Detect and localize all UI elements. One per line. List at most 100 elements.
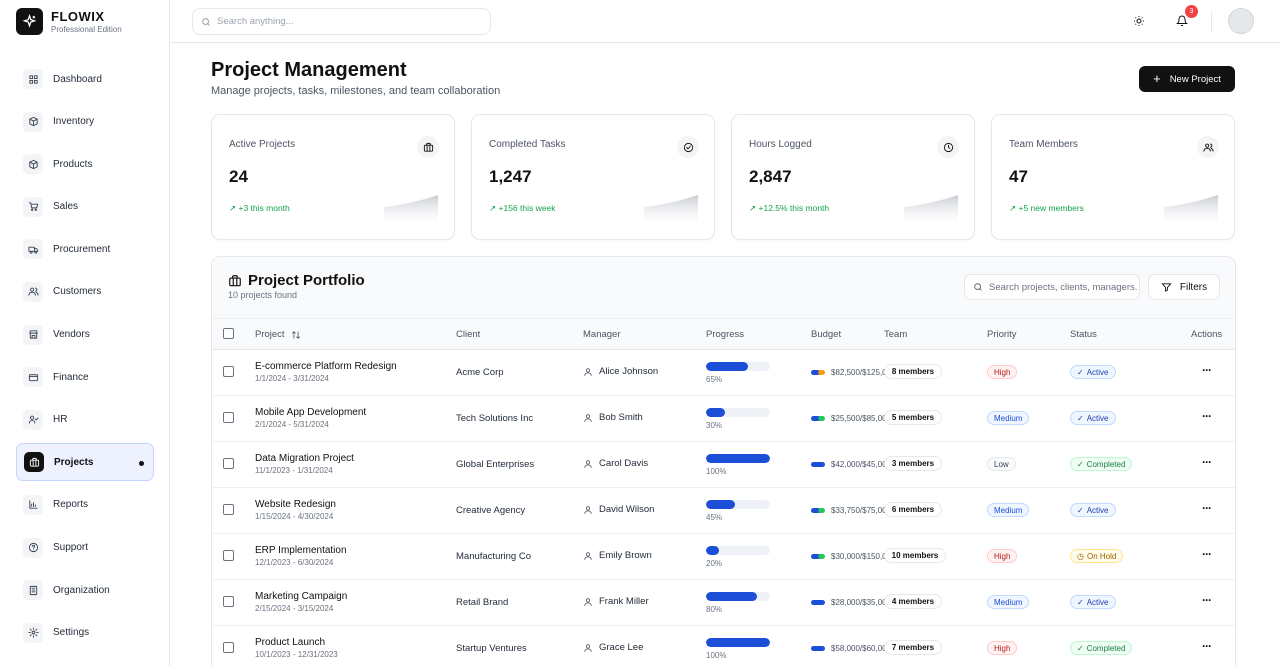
- manager-name: Alice Johnson: [599, 366, 659, 377]
- sidebar-item-label: Finance: [53, 371, 89, 383]
- box-icon: [23, 111, 43, 132]
- project-name[interactable]: Product Launch: [255, 637, 325, 648]
- priority-badge: High: [987, 641, 1018, 655]
- project-name[interactable]: Website Redesign: [255, 499, 336, 510]
- help-icon: [23, 537, 43, 558]
- project-name[interactable]: Marketing Campaign: [255, 591, 347, 602]
- progress-fill: [706, 408, 726, 417]
- manager-name: David Wilson: [599, 504, 655, 515]
- table-row[interactable]: E-commerce Platform Redesign 1/1/2024 - 3…: [212, 350, 1235, 396]
- sidebar-item-settings[interactable]: Settings: [16, 614, 154, 652]
- user-avatar[interactable]: [1228, 8, 1254, 34]
- stat-trend: ↗ +3 this month: [229, 203, 290, 214]
- portfolio-search-input[interactable]: [989, 281, 1137, 293]
- notifications-button[interactable]: 3: [1172, 5, 1198, 31]
- row-checkbox[interactable]: [223, 642, 234, 653]
- stat-trend-text: +12.5% this month: [758, 203, 830, 213]
- table-row[interactable]: ERP Implementation 12/1/2023 - 6/30/2024 M…: [212, 534, 1235, 580]
- stat-card-completed-tasks: Completed Tasks 1,247 ↗ +156 this week: [471, 114, 715, 240]
- manager: Emily Brown: [583, 550, 652, 561]
- global-search-input[interactable]: [217, 16, 477, 27]
- grid-icon: [23, 69, 43, 89]
- more-actions-icon[interactable]: ···: [1202, 640, 1212, 652]
- row-checkbox[interactable]: [223, 550, 234, 561]
- sidebar-item-inventory[interactable]: Inventory: [16, 103, 154, 141]
- budget-bar: [811, 416, 825, 421]
- stat-value: 24: [229, 167, 248, 186]
- row-checkbox[interactable]: [223, 596, 234, 607]
- client-name: Startup Ventures: [456, 643, 527, 654]
- table-row[interactable]: Website Redesign 1/15/2024 - 4/30/2024 Cre…: [212, 488, 1235, 534]
- sidebar-item-dashboard[interactable]: Dashboard: [16, 60, 154, 98]
- status-icon: ◷: [1077, 551, 1084, 561]
- project-name[interactable]: Data Migration Project: [255, 453, 354, 464]
- more-actions-icon[interactable]: ···: [1202, 502, 1212, 514]
- budget-value: $82,500/$125,000: [831, 368, 885, 377]
- project-name[interactable]: Mobile App Development: [255, 407, 366, 418]
- team-badge: 3 members: [884, 456, 942, 471]
- manager-name: Emily Brown: [599, 550, 652, 561]
- active-indicator: [139, 461, 144, 467]
- project-dates: 1/15/2024 - 4/30/2024: [255, 512, 334, 521]
- priority-badge: Medium: [987, 595, 1030, 609]
- row-checkbox[interactable]: [223, 458, 234, 469]
- portfolio-search[interactable]: [964, 274, 1140, 300]
- table-row[interactable]: Data Migration Project 11/1/2023 - 1/31/2…: [212, 442, 1235, 488]
- progress-label: 100%: [706, 651, 727, 660]
- progress-fill: [706, 546, 719, 555]
- sidebar-item-finance[interactable]: Finance: [16, 358, 154, 396]
- priority-badge: Medium: [987, 503, 1030, 517]
- more-actions-icon[interactable]: ···: [1202, 410, 1212, 422]
- sidebar-item-procurement[interactable]: Procurement: [16, 230, 154, 268]
- sidebar-item-sales[interactable]: Sales: [16, 188, 154, 226]
- user-icon: [584, 459, 592, 468]
- budget-bar: [811, 370, 825, 375]
- theme-toggle-button[interactable]: [1129, 11, 1149, 31]
- column-manager: Manager: [583, 329, 621, 340]
- row-checkbox[interactable]: [223, 412, 234, 423]
- page-subtitle: Manage projects, tasks, milestones, and …: [211, 85, 501, 97]
- trending-up-icon: ↗: [1009, 203, 1017, 213]
- budget-value: $30,000/$150,000: [831, 552, 885, 561]
- status-label: On Hold: [1086, 551, 1117, 561]
- stat-value: 1,247: [489, 167, 532, 186]
- global-search[interactable]: [192, 8, 491, 35]
- filter-icon: [1161, 282, 1172, 292]
- brand[interactable]: FLOWIX Professional Edition: [16, 8, 122, 35]
- column-project[interactable]: Project: [255, 329, 301, 340]
- sidebar-item-label: Settings: [53, 627, 90, 639]
- row-checkbox[interactable]: [223, 366, 234, 377]
- filters-button[interactable]: Filters: [1148, 274, 1220, 300]
- more-actions-icon[interactable]: ···: [1202, 364, 1212, 376]
- row-checkbox[interactable]: [223, 504, 234, 515]
- project-name[interactable]: ERP Implementation: [255, 545, 347, 556]
- sidebar-item-vendors[interactable]: Vendors: [16, 316, 154, 354]
- table-row[interactable]: Product Launch 10/1/2023 - 12/31/2023 Star…: [212, 626, 1235, 666]
- more-actions-icon[interactable]: ···: [1202, 594, 1212, 606]
- more-actions-icon[interactable]: ···: [1202, 456, 1212, 468]
- sidebar-item-customers[interactable]: Customers: [16, 273, 154, 311]
- sidebar-item-label: Projects: [54, 456, 94, 468]
- plus-icon: +: [1153, 71, 1161, 86]
- building-icon: [23, 580, 43, 601]
- sidebar-item-organization[interactable]: Organization: [16, 571, 154, 609]
- sidebar-item-projects[interactable]: Projects: [16, 443, 154, 482]
- more-actions-icon[interactable]: ···: [1202, 548, 1212, 560]
- sidebar: FLOWIX Professional Edition Dashboard Inv…: [0, 0, 170, 666]
- sidebar-item-reports[interactable]: Reports: [16, 486, 154, 524]
- project-name[interactable]: E-commerce Platform Redesign: [255, 361, 397, 372]
- table-row[interactable]: Marketing Campaign 2/15/2024 - 3/15/2024 R…: [212, 580, 1235, 626]
- sidebar-item-hr[interactable]: HR: [16, 401, 154, 439]
- stat-trend: ↗ +12.5% this month: [749, 203, 829, 214]
- status-icon: ✓: [1077, 505, 1084, 515]
- sidebar-item-support[interactable]: Support: [16, 529, 154, 567]
- status-icon: ✓: [1077, 459, 1084, 469]
- select-all-checkbox[interactable]: [223, 328, 234, 339]
- budget-bar: [811, 600, 825, 605]
- priority-badge: High: [987, 365, 1018, 379]
- client-name: Acme Corp: [456, 367, 504, 378]
- sidebar-item-products[interactable]: Products: [16, 145, 154, 183]
- new-project-button[interactable]: + New Project: [1139, 66, 1235, 92]
- filters-label: Filters: [1179, 281, 1208, 293]
- table-row[interactable]: Mobile App Development 2/1/2024 - 5/31/20…: [212, 396, 1235, 442]
